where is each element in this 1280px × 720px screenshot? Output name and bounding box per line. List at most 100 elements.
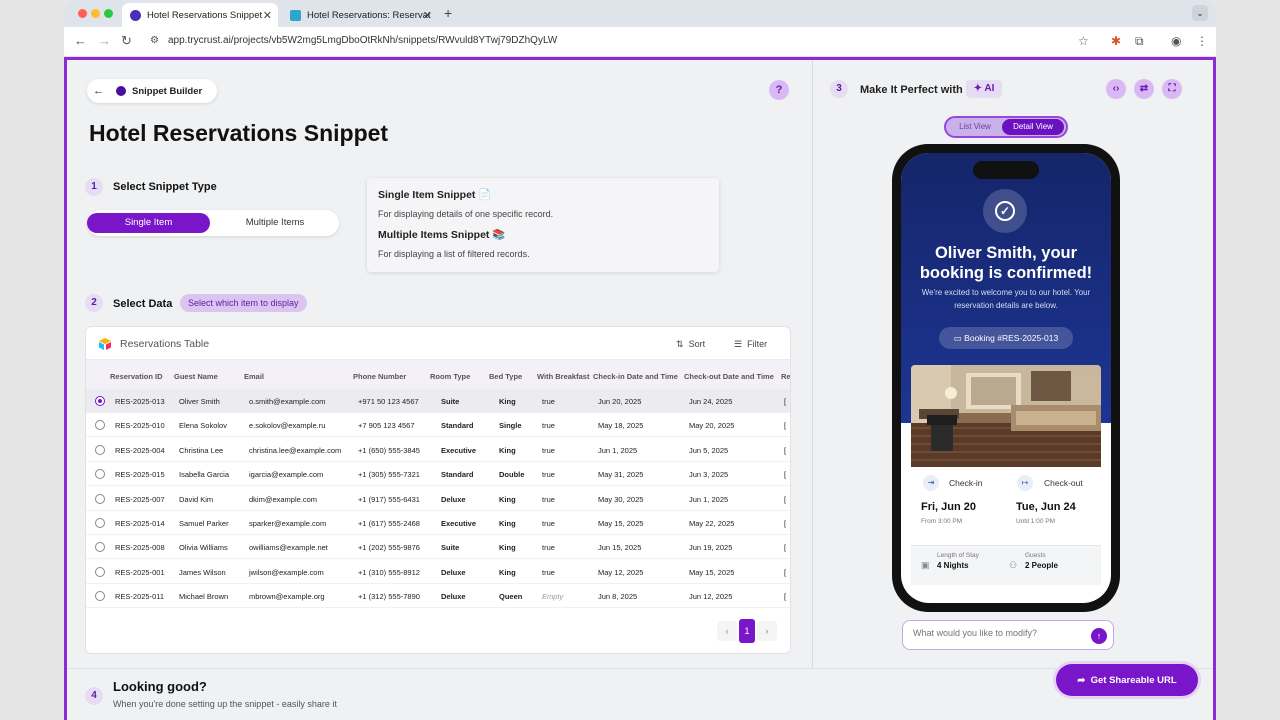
row-select-radio[interactable] bbox=[95, 396, 105, 406]
swap-icon[interactable]: ⇄ bbox=[1134, 79, 1154, 99]
confirmation-subtext: We're excited to welcome you to our hote… bbox=[921, 288, 1091, 310]
table-row[interactable]: RES-2025-007 David Kim dkim@example.com +1 … bbox=[86, 487, 790, 511]
fullscreen-icon[interactable]: ⛶ bbox=[1162, 79, 1182, 99]
filter-button[interactable]: ☰ Filter bbox=[734, 339, 767, 350]
site-info-icon[interactable]: ⚙ bbox=[150, 35, 159, 46]
check-out-time: Until 1:00 PM bbox=[1016, 518, 1056, 525]
cell-bed: King bbox=[499, 397, 516, 406]
address-bar[interactable]: app.trycrust.ai/projects/vb5W2mg5LmgDboO… bbox=[168, 35, 557, 46]
table-row[interactable]: RES-2025-001 James Wilson jwilson@example.… bbox=[86, 560, 790, 584]
cell-room: Executive bbox=[441, 519, 477, 528]
profile-icon[interactable]: ◉ bbox=[1171, 34, 1181, 48]
table-row[interactable]: RES-2025-004 Christina Lee christina.lee@e… bbox=[86, 438, 790, 462]
table-row[interactable]: RES-2025-011 Michael Brown mbrown@example.… bbox=[86, 584, 790, 609]
share-footer: 4 Looking good? When you're done setting… bbox=[67, 668, 1213, 720]
browser-menu-icon[interactable]: ⋮ bbox=[1196, 34, 1208, 48]
extension-icon[interactable]: ✱ bbox=[1111, 34, 1121, 48]
close-tab-icon[interactable]: ✕ bbox=[423, 9, 432, 22]
cell-name: Samuel Parker bbox=[179, 519, 229, 528]
minimize-window-button[interactable] bbox=[91, 9, 100, 18]
previous-page-icon[interactable]: ‹ bbox=[717, 621, 737, 641]
cell-email: christina.lee@example.com bbox=[249, 445, 342, 455]
reload-icon[interactable]: ↻ bbox=[121, 33, 132, 49]
row-select-radio[interactable] bbox=[95, 566, 105, 577]
row-select-radio[interactable] bbox=[95, 469, 105, 480]
next-page-icon[interactable]: › bbox=[757, 621, 777, 641]
calendar-icon: ▣ bbox=[921, 560, 930, 570]
filter-icon: ☰ bbox=[734, 339, 743, 349]
table-header: Reservations Table ⇅ Sort ☰ Filter bbox=[86, 327, 790, 359]
column-header[interactable]: Guest Name bbox=[174, 372, 218, 381]
cell-email: mbrown@example.org bbox=[249, 592, 325, 602]
multiple-items-option[interactable]: Multiple Items bbox=[215, 213, 335, 233]
maximize-window-button[interactable] bbox=[104, 9, 113, 18]
filter-label: Filter bbox=[747, 339, 768, 349]
cell-checkout: Jun 24, 2025 bbox=[689, 397, 733, 406]
column-header[interactable]: Check-in Date and Time bbox=[593, 372, 678, 381]
column-header-row: Reservation ID Guest Name Email Phone Nu… bbox=[86, 359, 790, 389]
column-header[interactable]: Phone Number bbox=[353, 372, 406, 381]
close-window-button[interactable] bbox=[78, 9, 87, 18]
table-row[interactable]: RES-2025-015 Isabella Garcia igarcia@examp… bbox=[86, 462, 790, 487]
table-row[interactable]: RES-2025-013 Oliver Smith o.smith@example.… bbox=[86, 389, 790, 413]
list-view-option[interactable]: List View bbox=[950, 120, 1000, 134]
column-header[interactable]: Re bbox=[781, 372, 790, 381]
row-select-radio[interactable] bbox=[95, 591, 105, 602]
sort-button[interactable]: ⇅ Sort bbox=[676, 339, 705, 350]
check-in-icon: ⇥ bbox=[923, 475, 939, 491]
table-row[interactable]: RES-2025-014 Samuel Parker sparker@example… bbox=[86, 511, 790, 535]
help-icon[interactable]: ? bbox=[769, 80, 789, 100]
close-tab-icon[interactable]: ✕ bbox=[263, 9, 272, 22]
row-select-radio[interactable] bbox=[95, 444, 105, 455]
step-label: Select Snippet Type bbox=[113, 181, 217, 193]
check-out-date: Tue, Jun 24 bbox=[1016, 501, 1076, 513]
row-select-radio[interactable] bbox=[95, 542, 105, 553]
cell-phone: +1 (305) 555-7321 bbox=[358, 470, 420, 480]
tab-menu-chevron-icon[interactable]: ⌄ bbox=[1192, 5, 1208, 21]
forward-arrow-icon[interactable]: → bbox=[98, 33, 111, 48]
detail-view-option[interactable]: Detail View bbox=[1002, 119, 1064, 135]
row-select-radio[interactable] bbox=[95, 420, 105, 431]
single-item-option[interactable]: Single Item bbox=[87, 213, 210, 233]
modify-prompt-input[interactable] bbox=[913, 628, 1083, 638]
table-row[interactable]: RES-2025-010 Elena Sokolov e.sokolov@examp… bbox=[86, 413, 790, 438]
guests-value: 2 People bbox=[1025, 561, 1058, 570]
phone-notch bbox=[973, 161, 1039, 179]
cell-email: jwilson@example.com bbox=[249, 567, 324, 577]
ai-badge: ✦ AI bbox=[966, 80, 1002, 98]
table-row[interactable]: RES-2025-008 Olivia Williams owilliams@exa… bbox=[86, 535, 790, 560]
page-title: Hotel Reservations Snippet bbox=[89, 120, 389, 146]
get-shareable-url-button[interactable]: ➦ Get Shareable URL bbox=[1056, 664, 1198, 696]
column-header[interactable]: Reservation ID bbox=[110, 372, 163, 381]
cell-breakfast: true bbox=[542, 421, 555, 431]
guests-label: Guests bbox=[1025, 552, 1046, 559]
cell-id: RES-2025-014 bbox=[115, 519, 165, 528]
current-page-button[interactable]: 1 bbox=[739, 619, 755, 643]
new-tab-icon[interactable]: + bbox=[444, 5, 452, 21]
cell-name: Michael Brown bbox=[179, 592, 229, 602]
send-arrow-icon[interactable]: ↑ bbox=[1091, 628, 1107, 644]
cell-room: Executive bbox=[441, 445, 477, 455]
check-in-label: Check-in bbox=[949, 478, 983, 488]
cell-room: Standard bbox=[441, 470, 474, 480]
column-header[interactable]: Room Type bbox=[430, 372, 470, 381]
tab-hotel-reservations-table[interactable]: Hotel Reservations: Reservat ✕ bbox=[282, 3, 438, 27]
back-arrow-icon[interactable]: ← bbox=[74, 33, 87, 48]
ai-label: AI bbox=[984, 83, 995, 94]
cell-name: Elena Sokolov bbox=[179, 421, 227, 431]
cell-bed: King bbox=[499, 543, 516, 553]
bookmark-star-icon[interactable]: ☆ bbox=[1078, 34, 1089, 48]
column-header[interactable]: With Breakfast bbox=[537, 372, 589, 381]
code-icon[interactable]: ‹› bbox=[1106, 79, 1126, 99]
column-header[interactable]: Bed Type bbox=[489, 372, 522, 381]
cell-checkin: May 18, 2025 bbox=[598, 421, 644, 431]
row-select-radio[interactable] bbox=[95, 493, 105, 504]
row-select-radio[interactable] bbox=[95, 518, 105, 528]
column-header[interactable]: Email bbox=[244, 372, 264, 381]
cell-room: Deluxe bbox=[441, 494, 466, 504]
extensions-puzzle-icon[interactable]: ⧉ bbox=[1135, 34, 1144, 49]
back-to-snippet-builder-button[interactable]: ← Snippet Builder bbox=[87, 79, 217, 103]
column-header[interactable]: Check-out Date and Time bbox=[684, 372, 774, 381]
check-out-icon: ↦ bbox=[1017, 475, 1033, 491]
tab-hotel-reservations-snippet[interactable]: Hotel Reservations Snippet ✕ bbox=[122, 3, 278, 27]
